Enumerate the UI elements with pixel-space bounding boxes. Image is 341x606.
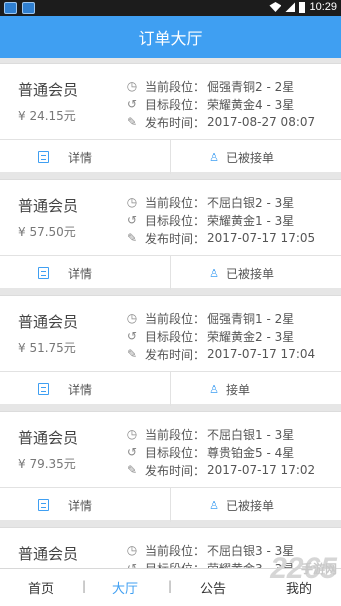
member-level: 普通会员 [18,81,79,99]
signal-icon [285,2,296,12]
publish-time-value: 2017-08-27 08:07 [207,115,316,129]
edit-icon: ✎ [126,347,138,361]
tab-separator: | [168,579,173,593]
history-icon: ↺ [126,329,138,343]
current-rank-label: 当前段位： [145,311,206,326]
status-bar: 10:29 [0,0,341,16]
detail-button[interactable]: 详情 [38,372,92,406]
watermark-text: 手游网 [300,562,337,576]
target-rank-label: 目标段位： [145,445,206,460]
action-divider [170,372,171,406]
battery-icon [299,1,306,13]
target-rank-value: 荣耀黄金4 - 3星 [207,97,295,112]
target-rank-label: 目标段位： [145,97,206,112]
accept-status-label: 已被接单 [226,150,275,165]
tab-hall[interactable]: 大厅 [112,578,138,597]
accept-status-label: 已被接单 [226,498,275,513]
current-rank-value: 倔强青铜1 - 2星 [207,311,295,326]
clock-icon: ◷ [126,195,138,209]
accept-status-button[interactable]: ♙ 已被接单 [208,488,274,522]
action-divider [170,488,171,522]
order-price: ¥ 51.75元 [18,341,76,355]
member-level: 普通会员 [18,429,79,447]
order-card[interactable]: 普通会员 ¥ 24.15元 ◷ 当前段位： 倔强青铜2 - 2星 ↺ 目标段位： 荣耀黄… [0,63,341,174]
history-icon: ↺ [126,97,138,111]
status-time: 10:29 [309,1,337,13]
target-rank-value: 荣耀黄金1 - 3星 [207,213,295,228]
target-rank-value: 尊贵铂金5 - 4星 [207,445,295,460]
member-level: 普通会员 [18,545,79,563]
app-header: 订单大厅 [0,16,341,58]
detail-label: 详情 [68,150,93,165]
current-rank-label: 当前段位： [145,543,206,558]
document-icon [38,151,49,163]
publish-time-label: 发布时间： [145,115,206,130]
detail-label: 详情 [68,498,93,513]
detail-button[interactable]: 详情 [38,140,92,174]
order-price: ¥ 79.35元 [18,457,76,471]
publish-time-label: 发布时间： [145,347,206,362]
app-notification-icon [22,2,35,14]
wifi-icon [269,2,282,12]
publish-time-value: 2017-07-17 17:05 [207,231,316,245]
publish-time-value: 2017-07-17 17:02 [207,463,316,477]
accept-status-button[interactable]: ♙ 已被接单 [208,256,274,290]
clock-icon: ◷ [126,311,138,325]
target-rank-label: 目标段位： [145,213,206,228]
action-divider [170,140,171,174]
current-rank-label: 当前段位： [145,195,206,210]
publish-time-value: 2017-07-17 17:04 [207,347,316,361]
document-icon [38,499,49,511]
detail-label: 详情 [68,382,93,397]
watermark-logo: 2265 手游网 [270,552,337,586]
accept-status-label: 接单 [226,382,251,397]
edit-icon: ✎ [126,231,138,245]
order-list[interactable]: 普通会员 ¥ 24.15元 ◷ 当前段位： 倔强青铜2 - 2星 ↺ 目标段位： 荣耀黄… [0,58,341,568]
history-icon: ↺ [126,561,138,568]
publish-time-label: 发布时间： [145,463,206,478]
tab-separator: | [82,579,87,593]
current-rank-label: 当前段位： [145,79,206,94]
order-price: ¥ 57.50元 [18,225,76,239]
accept-order-button[interactable]: ♙ 接单 [208,372,250,406]
target-rank-label: 目标段位： [145,329,206,344]
order-price: ¥ 24.15元 [18,109,76,123]
clock-icon: ◷ [126,543,138,557]
app-notification-icon [4,2,17,14]
current-rank-value: 不屈白银1 - 3星 [207,427,295,442]
current-rank-value: 倔强青铜2 - 2星 [207,79,295,94]
order-card[interactable]: 普通会员 ¥ 79.35元 ◷ 当前段位： 不屈白银1 - 3星 ↺ 目标段位： 尊贵铂… [0,411,341,522]
clock-icon: ◷ [126,427,138,441]
page-title: 订单大厅 [138,29,203,48]
clock-icon: ◷ [126,79,138,93]
detail-label: 详情 [68,266,93,281]
tab-notice[interactable]: 公告 [200,578,226,597]
detail-button[interactable]: 详情 [38,256,92,290]
current-rank-label: 当前段位： [145,427,206,442]
edit-icon: ✎ [126,463,138,477]
action-divider [170,256,171,290]
person-icon: ♙ [209,266,219,280]
member-level: 普通会员 [18,313,79,331]
current-rank-value: 不屈白银2 - 3星 [207,195,295,210]
tab-home[interactable]: 首页 [28,578,54,597]
person-icon: ♙ [209,498,219,512]
person-icon: ♙ [209,150,219,164]
detail-button[interactable]: 详情 [38,488,92,522]
person-icon: ♙ [209,382,219,396]
member-level: 普通会员 [18,197,79,215]
history-icon: ↺ [126,445,138,459]
accept-status-button[interactable]: ♙ 已被接单 [208,140,274,174]
order-card[interactable]: 普通会员 ¥ 51.75元 ◷ 当前段位： 倔强青铜1 - 2星 ↺ 目标段位： 荣耀黄… [0,295,341,406]
edit-icon: ✎ [126,115,138,129]
accept-status-label: 已被接单 [226,266,275,281]
history-icon: ↺ [126,213,138,227]
document-icon [38,267,49,279]
target-rank-value: 荣耀黄金2 - 3星 [207,329,295,344]
publish-time-label: 发布时间： [145,231,206,246]
order-card[interactable]: 普通会员 ¥ 57.50元 ◷ 当前段位： 不屈白银2 - 3星 ↺ 目标段位： 荣耀黄… [0,179,341,290]
target-rank-label: 目标段位： [145,560,207,569]
document-icon [38,383,49,395]
